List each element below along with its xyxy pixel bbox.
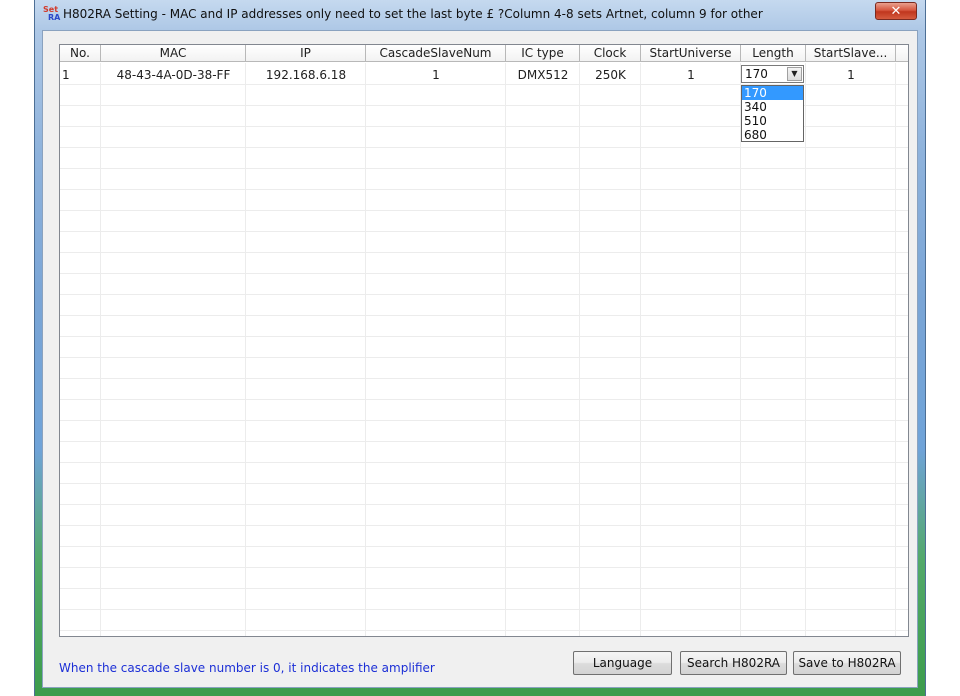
grid-horizontal-line (60, 378, 908, 379)
window-title: H802RA Setting - MAC and IP addresses on… (63, 7, 763, 21)
grid-horizontal-line (60, 189, 908, 190)
grid-horizontal-line (60, 252, 908, 253)
grid-horizontal-line (60, 420, 908, 421)
grid-vertical-line (640, 63, 641, 636)
cell-cascade-slave-num[interactable]: 1 (366, 65, 506, 86)
column-header-start-slave[interactable]: StartSlave... (806, 45, 896, 62)
grid-horizontal-line (60, 399, 908, 400)
grid-horizontal-line (60, 441, 908, 442)
grid-horizontal-line (60, 231, 908, 232)
cascade-note: When the cascade slave number is 0, it i… (59, 661, 435, 675)
length-option-340[interactable]: 340 (742, 100, 803, 114)
grid-horizontal-line (60, 630, 908, 631)
grid-horizontal-line (60, 567, 908, 568)
app-icon: Set RA (43, 6, 61, 24)
title-bar[interactable]: Set RA H802RA Setting - MAC and IP addre… (35, 0, 925, 30)
grid-horizontal-line (60, 315, 908, 316)
column-header-cascade-slave-num[interactable]: CascadeSlaveNum (366, 45, 506, 62)
length-combobox[interactable]: 170 ▼ (741, 65, 804, 83)
grid-horizontal-line (60, 525, 908, 526)
close-icon: ✕ (890, 4, 902, 19)
grid-vertical-line (895, 63, 896, 636)
column-header-start-universe[interactable]: StartUniverse (641, 45, 741, 62)
grid-horizontal-line (60, 546, 908, 547)
grid-horizontal-line (60, 273, 908, 274)
cell-ic-type[interactable]: DMX512 (506, 65, 580, 86)
grid-horizontal-line (60, 357, 908, 358)
cell-no[interactable]: 1 (62, 65, 82, 86)
column-header-mac[interactable]: MAC (101, 45, 246, 62)
grid-vertical-line (505, 63, 506, 636)
grid-horizontal-line (60, 588, 908, 589)
grid-vertical-line (740, 63, 741, 636)
column-header-length[interactable]: Length (741, 45, 806, 62)
save-button[interactable]: Save to H802RA (793, 651, 901, 675)
grid-vertical-line (579, 63, 580, 636)
grid-horizontal-line (60, 462, 908, 463)
grid-horizontal-line (60, 609, 908, 610)
cell-clock[interactable]: 250K (580, 65, 641, 86)
grid-vertical-line (100, 63, 101, 636)
length-combobox-value: 170 (745, 67, 768, 81)
column-header-clock[interactable]: Clock (580, 45, 641, 62)
length-option-510[interactable]: 510 (742, 114, 803, 128)
grid-horizontal-line (60, 168, 908, 169)
search-button[interactable]: Search H802RA (680, 651, 787, 675)
cell-start-universe[interactable]: 1 (641, 65, 741, 86)
grid-vertical-line (365, 63, 366, 636)
column-header-ic-type[interactable]: IC type (506, 45, 580, 62)
column-header-filler (896, 45, 908, 62)
length-option-170[interactable]: 170 (742, 86, 803, 100)
column-header-ip[interactable]: IP (246, 45, 366, 62)
grid-vertical-line (805, 63, 806, 636)
chevron-down-icon[interactable]: ▼ (787, 67, 802, 81)
length-dropdown-list[interactable]: 170 340 510 680 (741, 85, 804, 142)
cell-start-slave[interactable]: 1 (806, 65, 896, 86)
grid-horizontal-line (60, 294, 908, 295)
application-window: Set RA H802RA Setting - MAC and IP addre… (34, 0, 926, 696)
cell-mac[interactable]: 48-43-4A-0D-38-FF (101, 65, 246, 86)
device-table[interactable]: No. MAC IP CascadeSlaveNum IC type Clock… (59, 44, 909, 637)
grid-horizontal-line (60, 504, 908, 505)
table-header: No. MAC IP CascadeSlaveNum IC type Clock… (60, 45, 908, 63)
column-header-no[interactable]: No. (60, 45, 101, 62)
grid-horizontal-line (60, 210, 908, 211)
grid-horizontal-line (60, 147, 908, 148)
client-area: No. MAC IP CascadeSlaveNum IC type Clock… (42, 30, 918, 688)
table-body: 1 48-43-4A-0D-38-FF 192.168.6.18 1 DMX51… (60, 63, 908, 636)
grid-vertical-line (245, 63, 246, 636)
grid-horizontal-line (60, 336, 908, 337)
length-option-680[interactable]: 680 (742, 128, 803, 142)
language-button[interactable]: Language (573, 651, 672, 675)
close-button[interactable]: ✕ (875, 2, 917, 20)
app-icon-bottom-text: RA (48, 13, 61, 22)
cell-ip[interactable]: 192.168.6.18 (246, 65, 366, 86)
grid-horizontal-line (60, 483, 908, 484)
